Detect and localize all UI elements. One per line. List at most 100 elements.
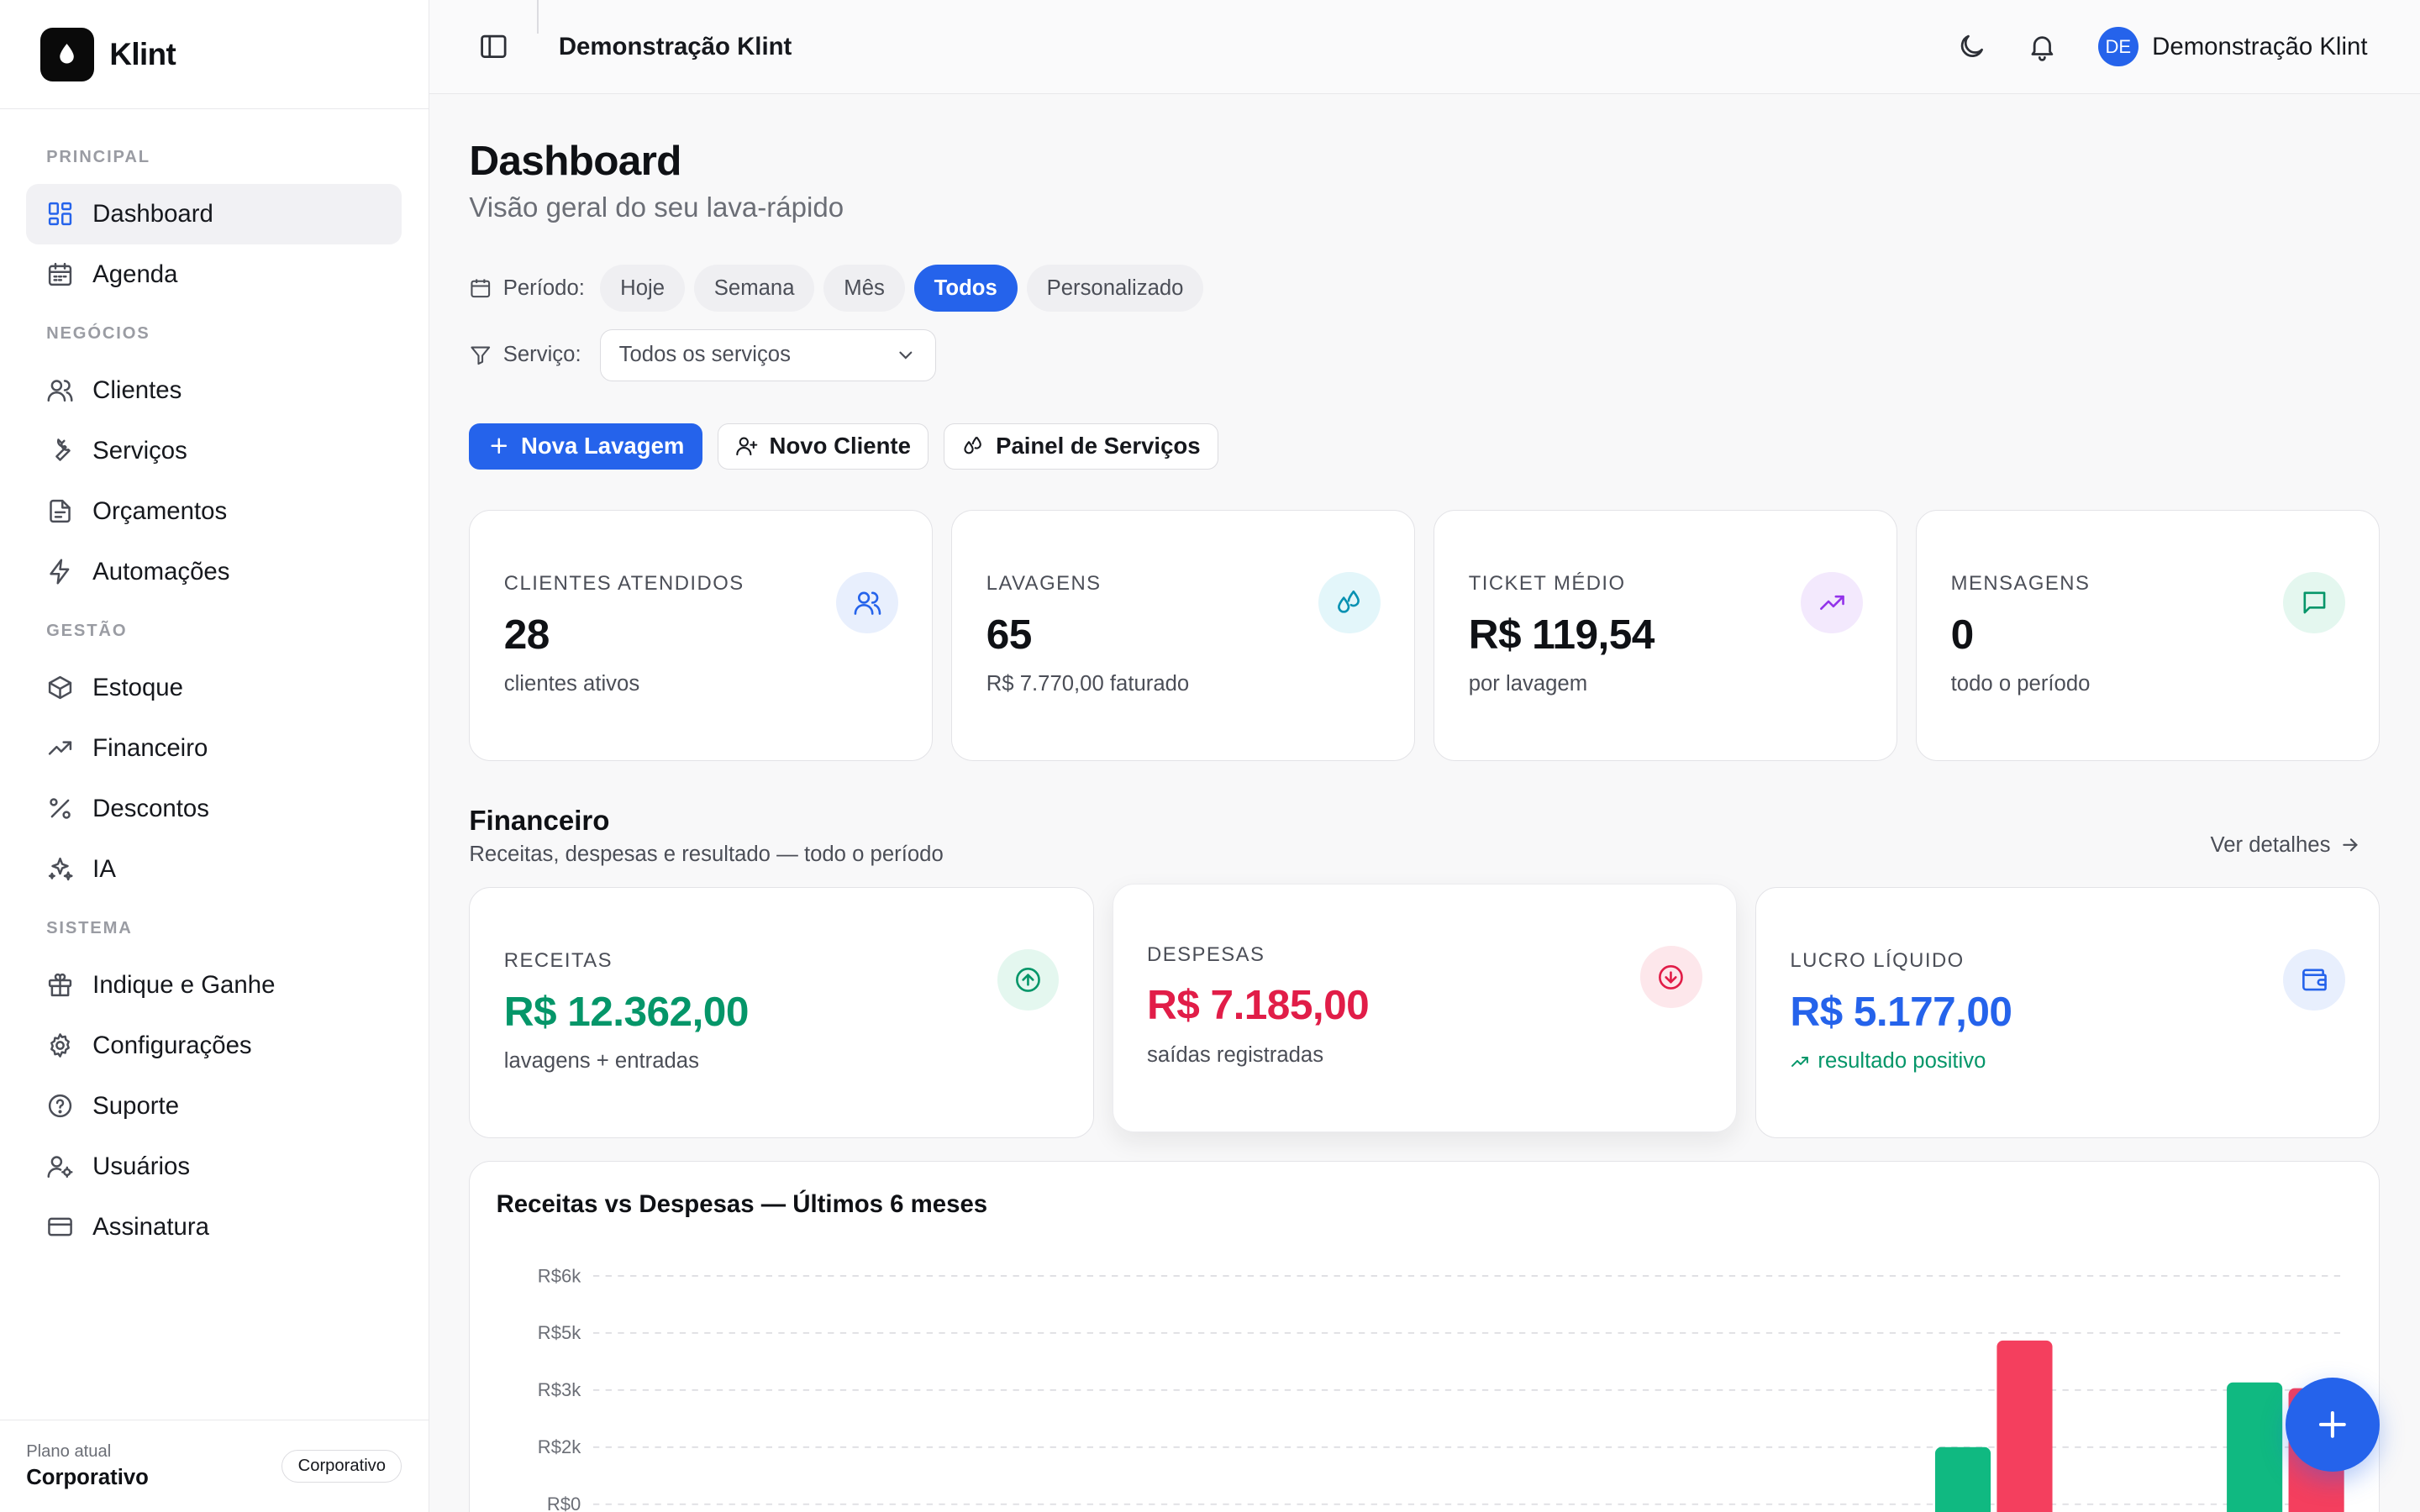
- plan-badge[interactable]: Corporativo: [281, 1449, 402, 1483]
- period-chip[interactable]: Hoje: [600, 264, 685, 312]
- chart-bar[interactable]: [2227, 1383, 2283, 1512]
- theme-toggle-moon-icon[interactable]: [1956, 31, 1987, 62]
- y-tick-label: R$5k: [538, 1323, 581, 1344]
- plan-label: Plano atual: [26, 1441, 112, 1461]
- chart-canvas: R$0 R$2k R$3k R$5k R$6k: [538, 1266, 2345, 1512]
- sidebar-item-estoque[interactable]: Estoque: [26, 658, 402, 718]
- sidebar-item-descontos[interactable]: Descontos: [26, 779, 402, 839]
- user-menu[interactable]: DE Demonstração Klint: [2097, 26, 2368, 67]
- credit-card-icon: [46, 1213, 74, 1241]
- filter-funnel-icon: [471, 346, 491, 365]
- zap-icon: [46, 558, 74, 585]
- revenue-expense-chart: Receitas vs Despesas — Últimos 6 meses R…: [469, 1161, 2381, 1512]
- sidebar-item-financeiro[interactable]: Financeiro: [26, 718, 402, 779]
- sidebar-item-orcamentos[interactable]: Orçamentos: [26, 481, 402, 542]
- sidebar-item-label: Dashboard: [92, 199, 213, 228]
- sidebar-item-label: Financeiro: [92, 733, 208, 762]
- floating-add-button[interactable]: [2286, 1378, 2381, 1473]
- sidebar-item-configuracoes[interactable]: Configurações: [26, 1016, 402, 1076]
- new-wash-button[interactable]: Nova Lavagem: [469, 423, 702, 470]
- user-name: Demonstração Klint: [2152, 32, 2368, 60]
- file-text-icon: [46, 497, 74, 525]
- trending-up-icon: [1801, 571, 1863, 634]
- period-chip[interactable]: Personalizado: [1026, 264, 1204, 312]
- sidebar-item-label: IA: [92, 854, 116, 883]
- chart-bar[interactable]: [1935, 1447, 1991, 1512]
- sidebar-nav: PRINCIPAL Dashboard Agenda NEGÓCIOS Clientes…: [0, 109, 429, 1419]
- dashboard-content: Dashboard Visão geral do seu lava-rápido…: [429, 94, 2420, 1512]
- financeiro-card: DESPESAS R$ 7.185,00 saídas registradas: [1112, 883, 1737, 1132]
- sidebar-item-label: Agenda: [92, 260, 178, 288]
- brand-logo-icon: [39, 27, 95, 81]
- y-tick-label: R$3k: [538, 1380, 581, 1401]
- stat-card: CLIENTES ATENDIDOS 28 clientes ativos: [469, 509, 934, 761]
- trending-up-icon: [1791, 1056, 1809, 1067]
- users-icon: [46, 376, 74, 404]
- service-select[interactable]: Todos os serviços: [599, 328, 937, 382]
- message-square-icon: [2283, 571, 2345, 634]
- financeiro-sub: lavagens + entradas: [503, 1049, 699, 1074]
- sidebar-item-label: Configurações: [92, 1031, 252, 1059]
- nav-section-list: Indique e Ganhe Configurações Suporte Usuár…: [26, 955, 402, 1257]
- calendar-icon: [471, 279, 491, 298]
- sidebar-item-label: Usuários: [92, 1152, 191, 1180]
- financeiro-card: RECEITAS R$ 12.362,00 lavagens + entradas: [469, 886, 1094, 1138]
- sidebar-item-label: Estoque: [92, 673, 183, 701]
- brand[interactable]: Klint: [0, 0, 429, 110]
- help-circle-icon: [46, 1092, 74, 1120]
- sidebar-item-suporte[interactable]: Suporte: [26, 1076, 402, 1137]
- period-chip[interactable]: Todos: [913, 264, 1018, 312]
- nav-section-list: Dashboard Agenda: [26, 183, 402, 305]
- avatar: DE: [2097, 26, 2139, 67]
- financeiro-card: LUCRO LÍQUIDO R$ 5.177,00 resultado positi…: [1754, 886, 2381, 1138]
- financeiro-subtitle: Receitas, despesas e resultado — todo o …: [469, 842, 944, 866]
- sidebar-item-label: Serviços: [92, 436, 187, 465]
- nav-section-title: SISTEMA: [46, 919, 133, 938]
- sidebar-item-label: Automações: [92, 557, 230, 585]
- period-chip[interactable]: Mês: [823, 264, 905, 312]
- financeiro-label: LUCRO LÍQUIDO: [1790, 948, 1965, 972]
- notifications-bell-icon[interactable]: [2027, 31, 2058, 62]
- period-chip[interactable]: Semana: [693, 264, 815, 312]
- new-client-button[interactable]: Novo Cliente: [717, 423, 929, 470]
- plus-icon: [491, 438, 507, 454]
- sidebar-item-ia[interactable]: IA: [26, 839, 402, 900]
- sidebar-item-label: Clientes: [92, 375, 182, 404]
- period-filter: Período: Hoje Semana Mês Todos Personalizado: [469, 264, 2380, 312]
- droplets-icon: [1318, 571, 1381, 634]
- sidebar-item-agenda[interactable]: Agenda: [26, 244, 402, 305]
- sidebar-item-assinatura[interactable]: Assinatura: [26, 1197, 402, 1257]
- financeiro-title: Financeiro: [469, 806, 610, 837]
- services-panel-button[interactable]: Painel de Serviços: [944, 423, 1218, 470]
- chevron-down-icon: [899, 351, 913, 360]
- gear-icon: [46, 1032, 74, 1059]
- sidebar-item-indique-e-ganhe[interactable]: Indique e Ganhe: [26, 955, 402, 1016]
- stat-sub: por lavagem: [1468, 672, 1588, 696]
- sidebar-item-dashboard[interactable]: Dashboard: [26, 183, 402, 244]
- chart-bar[interactable]: [1996, 1341, 2053, 1512]
- sidebar-item-usuarios[interactable]: Usuários: [26, 1137, 402, 1197]
- period-label: Período:: [469, 276, 585, 301]
- topbar: Demonstração Klint DE Demonstração Klint: [429, 0, 2420, 95]
- droplets-icon: [964, 437, 981, 454]
- sidebar-toggle-icon[interactable]: [478, 31, 509, 62]
- financeiro-label: RECEITAS: [503, 948, 613, 972]
- view-details-link[interactable]: Ver detalhes: [2211, 833, 2362, 858]
- sidebar-item-clientes[interactable]: Clientes: [26, 360, 402, 421]
- nav-section-title: NEGÓCIOS: [46, 324, 150, 344]
- stat-card: LAVAGENS 65 R$ 7.770,00 faturado: [951, 509, 1416, 761]
- financeiro-cards: RECEITAS R$ 12.362,00 lavagens + entradas D…: [469, 883, 2381, 1138]
- user-cog-icon: [46, 1152, 74, 1180]
- financeiro-value: R$ 12.362,00: [503, 987, 750, 1035]
- users-icon: [836, 571, 898, 634]
- y-tick-label: R$2k: [538, 1437, 581, 1458]
- financeiro-header: Financeiro Receitas, despesas e resultad…: [469, 806, 2380, 867]
- sidebar-item-automacoes[interactable]: Automações: [26, 542, 402, 602]
- arrow-up-circle-icon: [997, 948, 1060, 1011]
- layout-grid-icon: [46, 200, 74, 228]
- service-filter: Serviço: Todos os serviços: [469, 328, 2380, 382]
- financeiro-value: R$ 7.185,00: [1147, 981, 1370, 1029]
- sidebar-item-label: Orçamentos: [92, 496, 228, 525]
- sidebar-item-servicos[interactable]: Serviços: [26, 421, 402, 481]
- service-label: Serviço:: [469, 343, 581, 367]
